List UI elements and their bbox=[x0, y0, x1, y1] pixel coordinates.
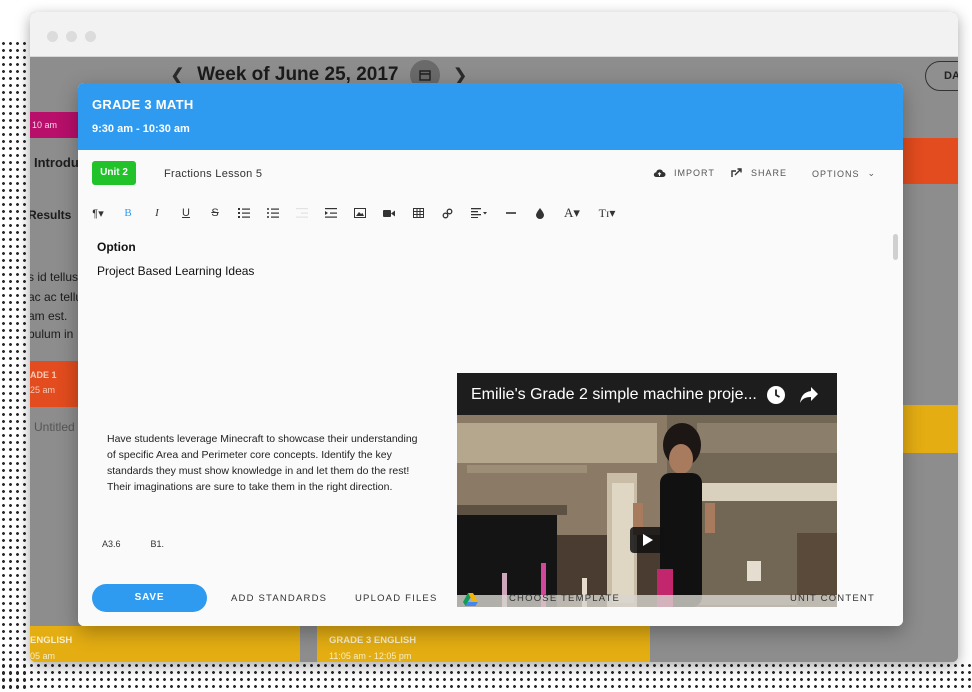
bg-line-1: s id tellus bbox=[30, 270, 79, 284]
editor-toolbar: ¶▾ B I U S A▾ Tɪ▾ bbox=[88, 204, 630, 222]
upload-files-button[interactable]: UPLOAD FILES bbox=[355, 593, 438, 604]
standards-list: A3.6 B1. bbox=[102, 539, 164, 549]
modal-footer: SAVE ADD STANDARDS UPLOAD FILES CHOOSE T… bbox=[78, 578, 903, 626]
embedded-video[interactable]: Emilie's Grade 2 simple machine proje... bbox=[457, 373, 837, 607]
add-standards-button[interactable]: ADD STANDARDS bbox=[231, 593, 327, 604]
ordered-list-icon[interactable] bbox=[235, 204, 253, 222]
bg-right-yellow bbox=[903, 405, 958, 453]
close-window-dot[interactable] bbox=[47, 31, 58, 42]
import-button[interactable]: IMPORT bbox=[653, 168, 715, 178]
dotted-border-bottom bbox=[0, 662, 972, 692]
options-dropdown[interactable]: OPTIONS ⌄ bbox=[812, 168, 876, 179]
minimize-window-dot[interactable] bbox=[66, 31, 77, 42]
table-icon[interactable] bbox=[409, 204, 427, 222]
hr-icon[interactable] bbox=[502, 204, 520, 222]
modal-header: GRADE 3 MATH 9:30 am - 10:30 am bbox=[78, 83, 903, 150]
editor-subheading: Project Based Learning Ideas bbox=[97, 264, 255, 278]
share-button[interactable]: SHARE bbox=[731, 168, 787, 178]
maximize-window-dot[interactable] bbox=[85, 31, 96, 42]
italic-icon[interactable]: I bbox=[148, 204, 166, 222]
google-drive-icon[interactable] bbox=[463, 593, 478, 606]
image-icon[interactable] bbox=[351, 204, 369, 222]
unit-content-button[interactable]: UNIT CONTENT bbox=[790, 593, 875, 604]
text-size-icon[interactable]: Tɪ▾ bbox=[595, 204, 619, 222]
window-titlebar bbox=[30, 12, 958, 57]
standard-tag[interactable]: B1. bbox=[151, 539, 165, 549]
bg-grade-event: ADE 1 25 am bbox=[30, 361, 78, 407]
bg-time-chip: 10 am bbox=[30, 112, 78, 138]
standard-tag[interactable]: A3.6 bbox=[102, 539, 121, 549]
dotted-border-left bbox=[0, 40, 30, 692]
editor-area[interactable]: Option Project Based Learning Ideas Have… bbox=[78, 230, 886, 607]
lesson-modal: GRADE 3 MATH 9:30 am - 10:30 am Unit 2 F… bbox=[78, 83, 903, 626]
bg-bottom-event-2[interactable]: GRADE 3 ENGLISH 11:05 am - 12:05 pm bbox=[317, 626, 650, 662]
modal-time: 9:30 am - 10:30 am bbox=[92, 123, 190, 135]
options-label: OPTIONS bbox=[812, 168, 860, 179]
outdent-icon[interactable] bbox=[293, 204, 311, 222]
unordered-list-icon[interactable] bbox=[264, 204, 282, 222]
color-icon[interactable] bbox=[531, 204, 549, 222]
video-icon[interactable] bbox=[380, 204, 398, 222]
bg-line-2: ac ac tellu bbox=[30, 290, 83, 304]
save-button[interactable]: SAVE bbox=[92, 584, 207, 612]
clock-icon[interactable] bbox=[766, 385, 786, 405]
modal-body: Unit 2 Fractions Lesson 5 IMPORT SHARE O… bbox=[78, 150, 903, 626]
bg-bottom-event-2-time: 11:05 am - 12:05 pm bbox=[329, 651, 412, 661]
view-toggle-button[interactable]: DA bbox=[925, 61, 958, 91]
bg-grade-chip-text: ADE 1 bbox=[30, 370, 57, 380]
underline-icon[interactable]: U bbox=[177, 204, 195, 222]
editor-heading: Option bbox=[97, 240, 136, 254]
bg-right-orange bbox=[903, 138, 958, 184]
import-label: IMPORT bbox=[674, 168, 715, 178]
cloud-upload-icon bbox=[653, 169, 666, 177]
bg-intro-text: Introdu bbox=[34, 155, 79, 170]
unit-badge[interactable]: Unit 2 bbox=[92, 161, 136, 185]
bg-time-chip-text: 10 am bbox=[32, 120, 58, 130]
bg-bottom-event-1-time: 05 am bbox=[30, 651, 56, 661]
video-title[interactable]: Emilie's Grade 2 simple machine proje... bbox=[471, 386, 761, 404]
indent-icon[interactable] bbox=[322, 204, 340, 222]
lesson-name[interactable]: Fractions Lesson 5 bbox=[164, 168, 262, 180]
share-label: SHARE bbox=[751, 168, 788, 178]
editor-paragraph: Have students leverage Minecraft to show… bbox=[107, 433, 418, 493]
bg-bottom-event-1-title: ENGLISH bbox=[30, 635, 73, 646]
bg-bottom-event-2-title: GRADE 3 ENGLISH bbox=[329, 635, 417, 646]
bg-grade-time-text: 25 am bbox=[30, 385, 56, 395]
bg-line-3: am est. bbox=[30, 309, 68, 323]
align-icon[interactable] bbox=[467, 204, 491, 222]
bg-line-4: bulum in bbox=[30, 327, 74, 341]
choose-template-button[interactable]: CHOOSE TEMPLATE bbox=[509, 593, 620, 604]
chevron-down-icon: ⌄ bbox=[867, 168, 877, 178]
share-icon bbox=[731, 168, 742, 177]
font-size-icon[interactable]: A▾ bbox=[560, 204, 584, 222]
bg-bottom-event-1[interactable]: ENGLISH 05 am bbox=[30, 626, 300, 662]
modal-title: GRADE 3 MATH bbox=[92, 97, 194, 112]
strikethrough-icon[interactable]: S bbox=[206, 204, 224, 222]
link-icon[interactable] bbox=[438, 204, 456, 222]
video-title-bar: Emilie's Grade 2 simple machine proje... bbox=[457, 373, 837, 415]
bold-icon[interactable]: B bbox=[119, 204, 137, 222]
paragraph-icon[interactable]: ¶▾ bbox=[88, 204, 108, 222]
share-arrow-icon[interactable] bbox=[799, 386, 819, 404]
bg-untitled-text: Untitled bbox=[34, 420, 75, 434]
editor-scrollbar[interactable] bbox=[893, 234, 898, 260]
bg-results-text: Results bbox=[30, 208, 72, 222]
